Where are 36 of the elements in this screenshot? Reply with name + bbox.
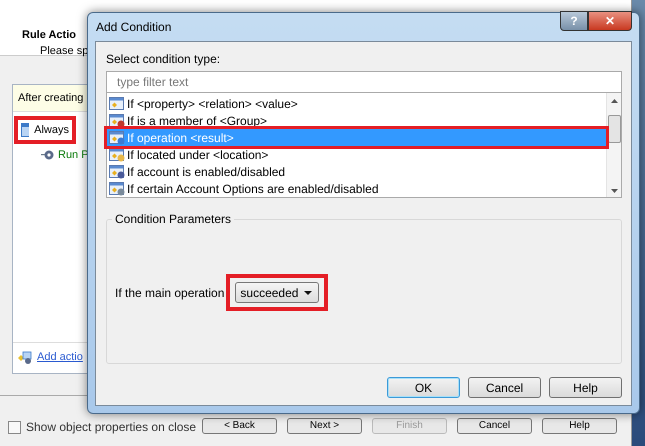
parameter-label: If the main operation <box>115 286 224 300</box>
scroll-up-icon[interactable] <box>610 99 618 103</box>
condition-icon <box>109 130 125 144</box>
wizard-button[interactable]: Help <box>542 418 617 434</box>
wizard-button[interactable]: < Back <box>202 418 277 434</box>
condition-item[interactable]: If located under <location> <box>107 146 606 163</box>
dialog-button[interactable]: OK <box>387 377 460 398</box>
condition-icon <box>109 96 125 110</box>
add-action-icon <box>17 349 33 365</box>
wizard-button[interactable]: Cancel <box>457 418 532 434</box>
dialog-button[interactable]: Help <box>549 377 622 398</box>
condition-icon <box>109 114 125 128</box>
wizard-button[interactable]: Next > <box>287 418 362 434</box>
dialog-title: Add Condition <box>95 20 172 34</box>
list-label: Select condition type: <box>106 52 222 66</box>
result-dropdown[interactable]: succeeded <box>235 282 320 303</box>
condition-item[interactable]: If certain Account Options are enabled/disabled <box>107 180 606 197</box>
filter-field[interactable]: type filter text <box>106 71 622 92</box>
dialog-button[interactable]: Cancel <box>468 377 541 398</box>
add-action-link[interactable]: Add actio <box>37 351 83 363</box>
condition-item[interactable]: If is a member of <Group> <box>107 112 606 129</box>
tree-item[interactable]: Always <box>19 121 71 139</box>
checkbox-label: Show object properties on close <box>26 420 196 434</box>
dropdown-arrow-icon <box>304 290 312 294</box>
group-title: Condition Parameters <box>114 212 232 226</box>
wizard-title: Rule Actio <box>22 29 77 41</box>
window-icon <box>21 123 30 137</box>
condition-item[interactable]: If account is enabled/disabled <box>107 163 606 180</box>
condition-icon <box>109 164 125 178</box>
checkbox[interactable] <box>8 420 21 434</box>
scrollbar[interactable] <box>606 93 621 197</box>
scroll-thumb[interactable] <box>608 115 620 143</box>
condition-icon <box>109 148 125 162</box>
scroll-down-icon[interactable] <box>610 189 618 193</box>
close-button[interactable]: ✕ <box>588 11 632 31</box>
condition-icon <box>109 182 125 196</box>
